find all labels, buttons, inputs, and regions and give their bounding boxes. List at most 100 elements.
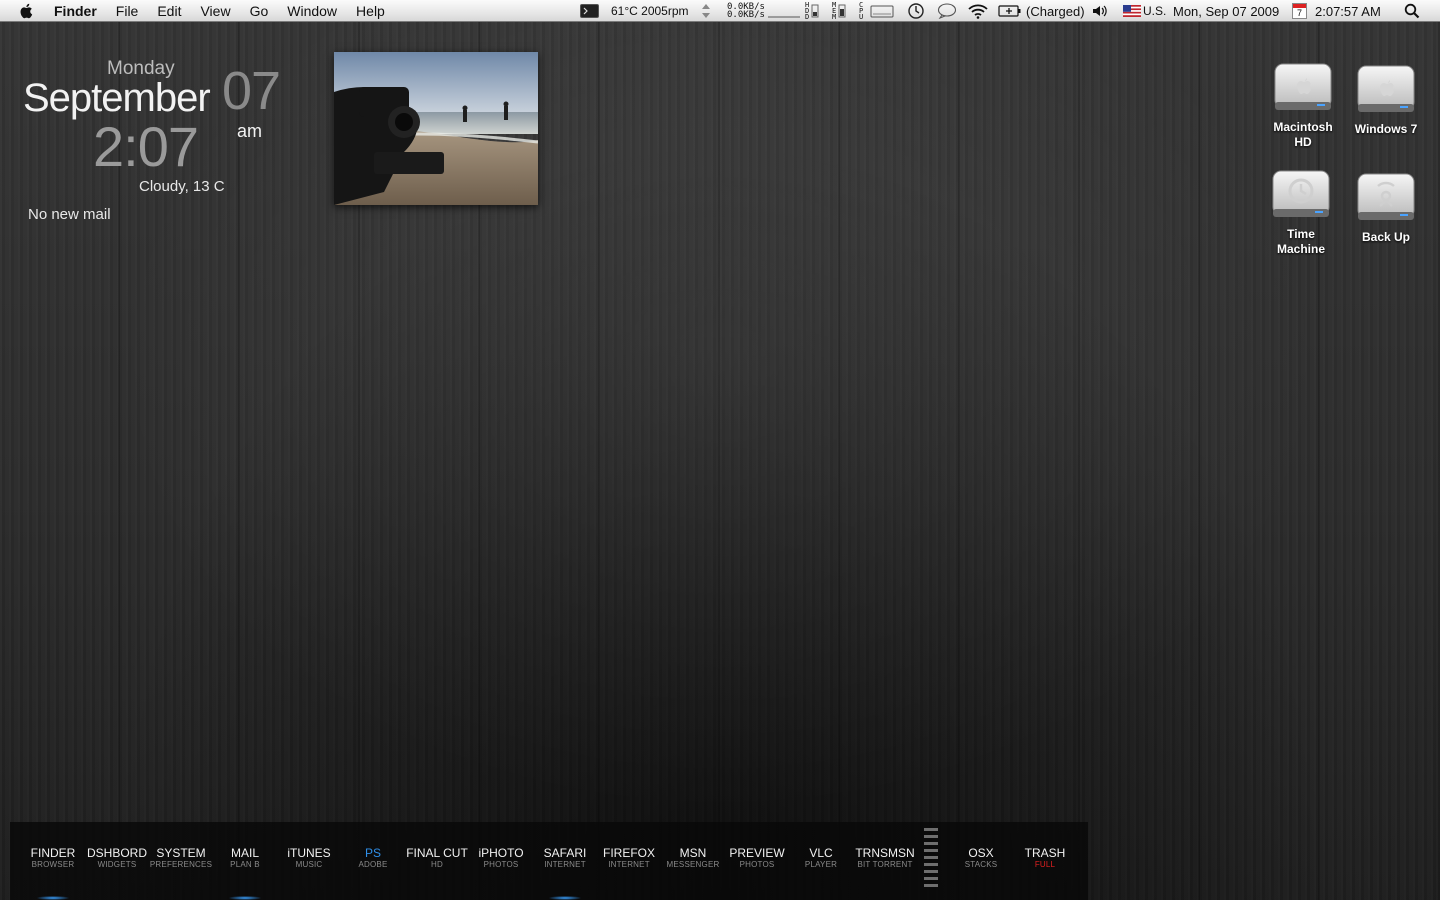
spotlight-search-icon[interactable] [1404,0,1420,22]
input-language[interactable]: U.S. [1143,0,1166,22]
dock-separator[interactable] [924,828,940,892]
desktop-icon-windows-7[interactable]: Windows 7 [1344,62,1428,137]
desktop-icon-time-machine[interactable]: Time Machine [1259,167,1343,257]
clock-date: 07 [222,61,281,121]
chat-bubble-icon[interactable] [937,0,957,22]
running-indicator [37,896,69,900]
wifi-icon[interactable] [967,0,989,22]
dock-item-sublabel: ADOBE [358,860,388,869]
dock-item-sublabel: MESSENGER [666,860,720,869]
volume-icon[interactable] [1091,0,1109,22]
calendar-icon[interactable]: 7 [1292,0,1307,22]
battery-status[interactable]: (Charged) [1026,0,1085,22]
dock-item-label: iPHOTO [478,846,524,860]
dock-item-system-preferences[interactable]: SYSTEM PREFERENCES [149,846,213,870]
dock-item-sublabel: PLAYER [804,860,838,869]
menu-help[interactable]: Help [356,3,385,19]
network-graph-icon [768,0,800,22]
desktop-icon-back-up[interactable]: Back Up [1344,170,1428,245]
dock-item-photoshop[interactable]: PS ADOBE [341,846,405,870]
icon-label-line: HD [1294,135,1312,149]
dock-item-dashboard[interactable]: DSHBORD WIDGETS [85,846,149,870]
time-machine-drive-icon [1272,170,1330,217]
dock-item-label: FINAL CUT [406,846,468,860]
dock-item-itunes[interactable]: iTUNES MUSIC [277,846,341,870]
hard-drive-icon [1274,63,1332,110]
dock-item-transmission[interactable]: TRNSMSN BIT TORRENT [853,846,917,870]
running-indicator [229,896,261,900]
dock-item-final-cut[interactable]: FINAL CUT HD [405,846,469,870]
menubar-date[interactable]: Mon, Sep 07 2009 [1173,0,1279,22]
dock-item-sublabel: BROWSER [31,860,75,869]
trash-full-status: FULL [1034,860,1056,869]
menu-edit[interactable]: Edit [157,3,181,19]
menu-bar: Finder File Edit View Go Window Help 61°… [0,0,1440,22]
icon-label-line: Machine [1276,242,1325,256]
temp-fan-readout[interactable]: 61°C 2005rpm [611,0,689,22]
dock-item-preview[interactable]: PREVIEW PHOTOS [725,846,789,870]
battery-icon[interactable] [998,0,1022,22]
dock-item-label: iTUNES [287,846,331,860]
hard-drive-icon [1357,65,1415,112]
dock-item-finder[interactable]: FINDER BROWSER [21,846,85,900]
dock-item-osx-stacks[interactable]: OSX STACKS [949,846,1013,870]
dock-item-sublabel: PHOTOS [739,860,775,869]
apple-menu-icon[interactable] [18,2,36,20]
dock-item-sublabel: PHOTOS [483,860,519,869]
desktop-icon-macintosh-hd[interactable]: Macintosh HD [1261,60,1345,150]
icon-label-line: Windows 7 [1354,122,1418,136]
icon-label-line: Time [1287,227,1315,241]
photo-widget[interactable] [334,52,538,205]
beach-camera-photo [334,52,538,205]
icon-label-line: Macintosh [1273,120,1333,134]
hdd-meter[interactable]: HDD [805,0,819,22]
dock-item-sublabel: HD [431,860,443,869]
dock-item-mail[interactable]: MAIL PLAN B [213,846,277,900]
dock-item-sublabel: WIDGETS [97,860,137,869]
running-indicator [549,896,581,900]
menu-window[interactable]: Window [287,3,337,19]
dock-item-sublabel: STACKS [964,860,998,869]
dock-item-label: SYSTEM [156,846,206,860]
dock-item-sublabel: PLAN B [230,860,260,869]
dock-item-label: PS [364,846,381,860]
dock-item-label: VLC [809,846,833,860]
memory-meter[interactable]: MEM [832,0,846,22]
dock-item-iphoto[interactable]: iPHOTO PHOTOS [469,846,533,870]
firewire-drive-icon [1357,173,1415,220]
dock-item-label: FIREFOX [602,846,655,860]
terminal-icon[interactable] [580,0,599,22]
dock-item-label: FINDER [30,846,76,860]
menu-go[interactable]: Go [250,3,269,19]
menubar-clock[interactable]: 2:07:57 AM [1315,0,1381,22]
dock-item-vlc[interactable]: VLC PLAYER [789,846,853,870]
dock-item-label: DSHBORD [86,846,147,860]
dock-item-msn[interactable]: MSN MESSENGER [661,846,725,870]
dock-item-label: OSX [968,846,994,860]
menu-file[interactable]: File [116,3,139,19]
up-down-arrows-icon [701,0,711,22]
cpu-meter[interactable]: CPU [859,0,895,22]
timemachine-status-icon[interactable] [907,0,925,22]
us-flag-icon[interactable] [1123,0,1141,22]
dock-item-label: TRNSMSN [855,846,915,860]
network-meter[interactable]: 0.0KB/s 0.0KB/s [727,0,765,22]
net-down-readout: 0.0KB/s [727,10,765,20]
weather-status: Cloudy, 13 C [139,178,225,195]
icon-label-line: Back Up [1361,230,1411,244]
dock-item-label: MAIL [230,846,259,860]
dock-item-label: PREVIEW [729,846,785,860]
calendar-day: 7 [1296,8,1302,18]
dock-item-safari[interactable]: SAFARI INTERNET [533,846,597,900]
dock-item-trash[interactable]: TRASH FULL [1013,846,1077,870]
menu-app-finder[interactable]: Finder [54,3,97,19]
dock-item-sublabel: MUSIC [295,860,323,869]
menu-view[interactable]: View [200,3,230,19]
dock-item-firefox[interactable]: FIREFOX INTERNET [597,846,661,870]
dock-item-sublabel: INTERNET [544,860,586,869]
menu-list: Finder File Edit View Go Window Help [54,0,404,22]
dock-item-sublabel: INTERNET [608,860,650,869]
dock-item-label: SAFARI [543,846,587,860]
dock-item-label: MSN [679,846,707,860]
dock: FINDER BROWSER DSHBORD WIDGETS SYSTEM PR… [10,822,1088,900]
